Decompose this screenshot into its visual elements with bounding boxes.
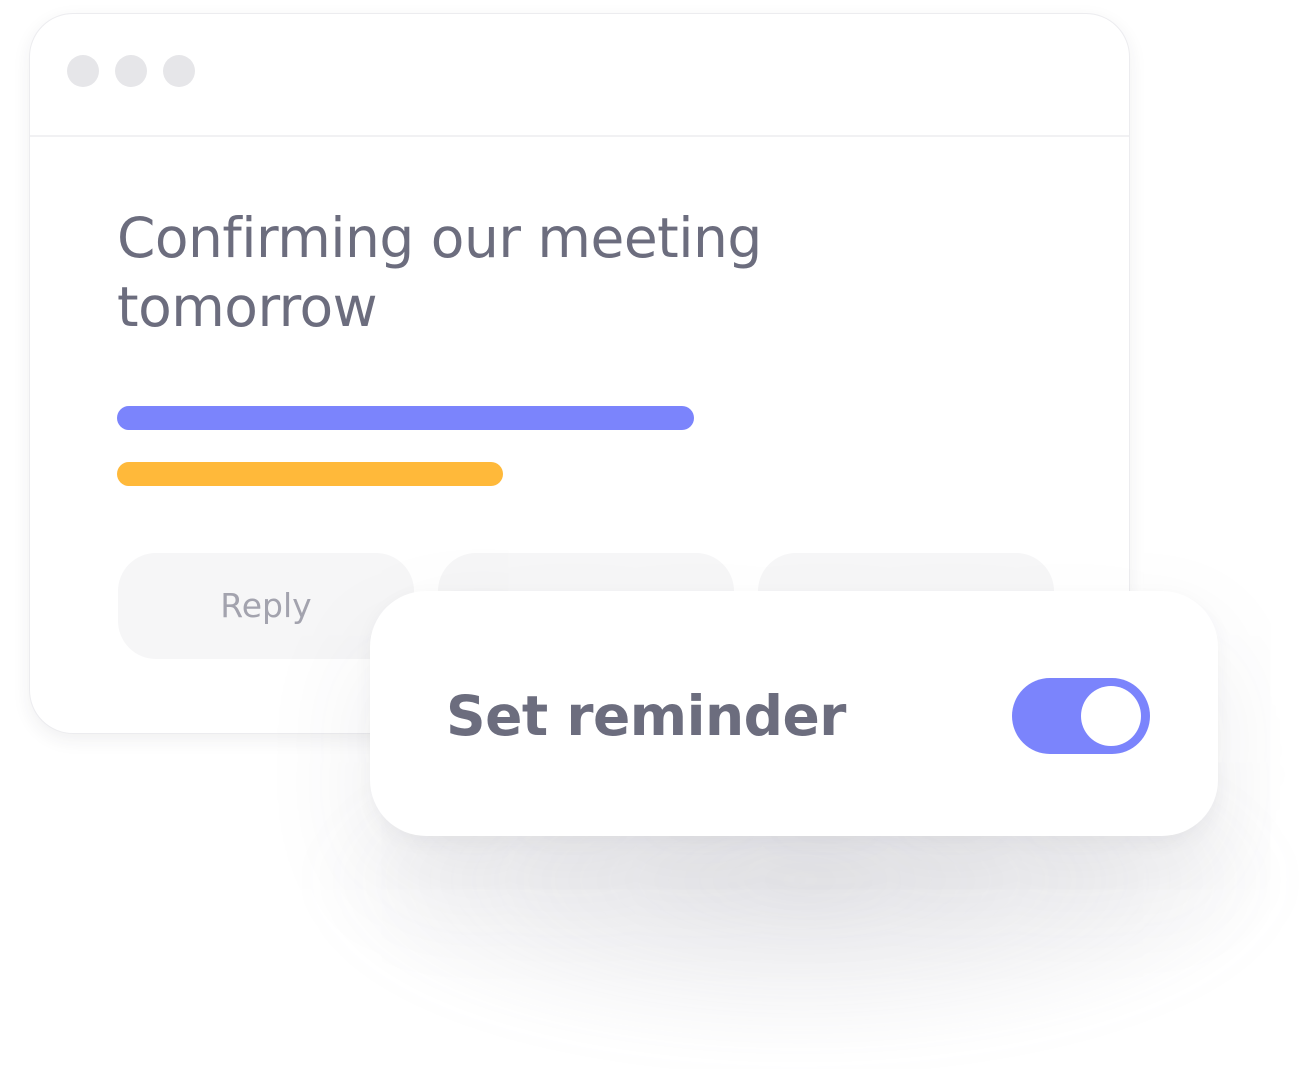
toggle-knob	[1081, 686, 1141, 746]
window-title-bar	[30, 14, 1129, 137]
reminder-card: Set reminder	[370, 591, 1218, 836]
email-subject: Confirming our meeting tomorrow	[117, 206, 762, 339]
body-text-placeholder-line	[117, 462, 503, 486]
illustration-stage: Confirming our meeting tomorrow Reply Se…	[0, 0, 1302, 1069]
window-control-dot[interactable]	[115, 55, 147, 87]
body-text-placeholder-line	[117, 406, 694, 430]
window-control-dot[interactable]	[67, 55, 99, 87]
reminder-label: Set reminder	[446, 684, 846, 748]
reminder-toggle[interactable]	[1012, 678, 1150, 754]
window-control-dot[interactable]	[163, 55, 195, 87]
